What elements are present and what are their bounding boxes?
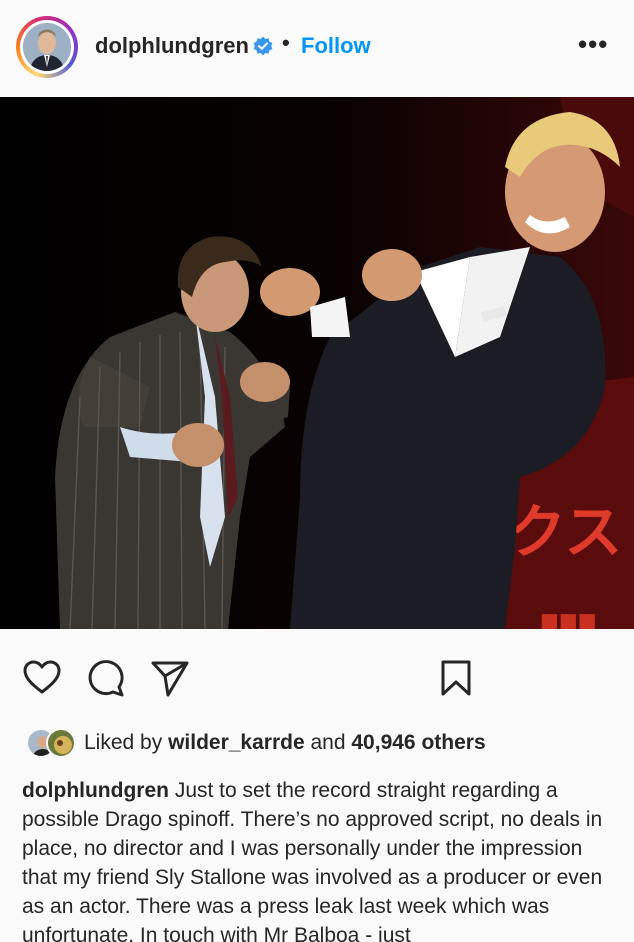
avatar-image — [23, 23, 71, 71]
caption-text: Just to set the record straight regardin… — [22, 779, 603, 942]
post-photo: クス ■■■ — [0, 97, 634, 629]
poster-text: クス — [508, 498, 622, 566]
post-actions — [0, 650, 634, 710]
comment-icon[interactable] — [86, 658, 126, 698]
post-image[interactable]: クス ■■■ — [0, 97, 634, 629]
separator-dot: • — [282, 30, 290, 55]
likes-count[interactable]: 40,946 others — [351, 731, 485, 754]
liker-avatar-2 — [46, 728, 76, 758]
bookmark-icon[interactable] — [436, 658, 476, 698]
post-caption: dolphlundgren Just to set the record str… — [22, 776, 622, 942]
more-options-icon[interactable]: ••• — [578, 31, 608, 57]
likes-row[interactable]: Liked by wilder_karrde and 40,946 others — [26, 726, 486, 760]
username-link[interactable]: dolphlundgren — [95, 33, 249, 59]
send-icon[interactable] — [150, 658, 190, 698]
post-header: dolphlundgren • Follow ••• — [0, 0, 634, 97]
poster-text-lower: ■■■ — [540, 608, 597, 629]
liker-username[interactable]: wilder_karrde — [168, 731, 305, 754]
likes-and: and — [310, 731, 346, 754]
follow-button[interactable]: Follow — [301, 33, 371, 59]
verified-badge-icon — [253, 36, 273, 56]
heart-icon[interactable] — [22, 658, 62, 698]
profile-avatar[interactable] — [16, 16, 78, 78]
caption-username[interactable]: dolphlundgren — [22, 779, 169, 802]
liked-by-label: Liked by — [84, 731, 163, 754]
